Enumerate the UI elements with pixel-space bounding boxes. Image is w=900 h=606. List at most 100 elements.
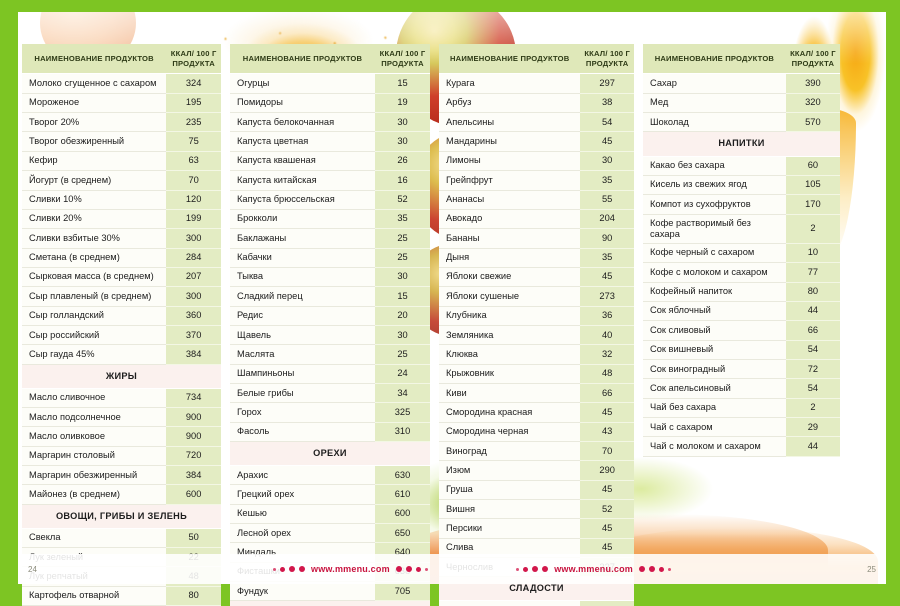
product-name: Творог обезжиренный (22, 131, 167, 152)
page-footer: 24 www.mmenu.com www.mmenu.com 25 (18, 554, 886, 584)
product-kcal: 45 (580, 518, 634, 539)
product-name: Белые грибы (230, 383, 375, 404)
product-name: Дыня (439, 248, 581, 268)
product-name: Кефир (22, 151, 167, 172)
table-row: Сливки взбитые 30% 300 (22, 228, 221, 249)
product-name: Йогурт (в среднем) (22, 170, 167, 191)
product-name: Ананасы (439, 190, 581, 210)
table-row: Смородина черная 43 (439, 422, 634, 442)
table-row: Клубника 36 (439, 306, 634, 326)
section-header-row: ОВОЩИ, ГРИБЫ И ЗЕЛЕНЬ (22, 504, 221, 529)
product-kcal: 70 (580, 441, 634, 462)
product-name: Мед (643, 93, 786, 114)
product-name: Крыжовник (439, 364, 581, 384)
product-kcal: 310 (375, 422, 430, 442)
calorie-table-page: НАИМЕНОВАНИЕ ПРОДУКТОВ ККАЛ/ 100 Г ПРОДУК… (0, 0, 900, 606)
column-3: НАИМЕНОВАНИЕ ПРОДУКТОВ ККАЛ/ 100 Г ПРОДУК… (439, 44, 634, 606)
dot-icon (424, 567, 428, 571)
dot-icon (659, 566, 664, 572)
table-row: Арбуз 38 (439, 93, 634, 114)
dot-icon (405, 566, 412, 572)
product-name: Арбуз (439, 93, 581, 114)
table-row: Яблоки свежие 45 (439, 267, 634, 288)
product-name: Шампиньоны (230, 364, 375, 384)
product-kcal: 900 (166, 426, 221, 447)
product-kcal: 105 (785, 175, 840, 196)
table-row: Капуста квашеная 26 (230, 151, 430, 172)
product-name: Мороженое (22, 93, 167, 114)
brand-right: www.mmenu.com (516, 564, 671, 574)
table-row: Грейпфрут 35 (439, 170, 634, 191)
dot-icon (289, 566, 295, 572)
product-name: Баклажаны (230, 228, 375, 249)
section-header-row: ЖИРЫ (22, 364, 221, 389)
product-kcal: 320 (785, 93, 840, 114)
product-kcal: 2 (785, 214, 840, 244)
left-page-number: 24 (28, 564, 37, 574)
product-kcal: 610 (375, 484, 430, 505)
section-title: ОРЕХИ (230, 441, 430, 467)
table-row: Капуста белокочанная 30 (230, 112, 430, 133)
table-row: Масло подсолнечное 900 (22, 407, 221, 428)
table-row: Щавель 30 (230, 325, 430, 346)
table-row: Редис 20 (230, 306, 430, 326)
product-name: Капуста цветная (230, 131, 375, 152)
table-row: Кофе растворимый без сахара 2 (643, 214, 840, 244)
product-kcal: 72 (785, 359, 840, 380)
product-name: Кофе черный с сахаром (643, 243, 786, 264)
product-name: Кабачки (230, 248, 375, 268)
product-name: Помидоры (230, 93, 375, 114)
product-kcal: 90 (580, 228, 634, 249)
product-name: Сыр голландский (22, 306, 167, 326)
product-kcal: 235 (166, 112, 221, 133)
product-kcal: 25 (375, 344, 430, 365)
brand-url-left[interactable]: www.mmenu.com (311, 564, 390, 574)
dot-icon (639, 566, 645, 572)
product-kcal: 290 (580, 460, 634, 481)
dots-right (516, 566, 549, 572)
table-row: Вишня 52 (439, 499, 634, 520)
product-kcal: 199 (166, 209, 221, 230)
product-kcal: 384 (166, 465, 221, 486)
product-name: Масло подсолнечное (22, 407, 167, 428)
product-kcal: 195 (166, 93, 221, 114)
product-kcal: 630 (375, 465, 430, 486)
column-1: НАИМЕНОВАНИЕ ПРОДУКТОВ ККАЛ/ 100 Г ПРОДУК… (22, 44, 221, 606)
product-kcal: 300 (166, 286, 221, 307)
product-name: Сок апельсиновый (643, 378, 786, 399)
product-name: Майонез (в среднем) (22, 484, 167, 505)
brand-url-right[interactable]: www.mmenu.com (554, 564, 633, 574)
product-kcal: 54 (580, 112, 634, 133)
product-kcal: 284 (166, 248, 221, 268)
product-kcal: 55 (580, 190, 634, 210)
product-kcal: 207 (166, 267, 221, 288)
table-row: Сыр голландский 360 (22, 306, 221, 326)
table-row: Маргарин столовый 720 (22, 446, 221, 467)
product-name: Сок вишневый (643, 340, 786, 360)
product-name: Грецкий орех (230, 484, 375, 505)
product-kcal: 35 (375, 209, 430, 230)
product-name: Варенье (439, 600, 581, 606)
calorie-columns: НАИМЕНОВАНИЕ ПРОДУКТОВ ККАЛ/ 100 Г ПРОДУК… (22, 44, 882, 606)
product-kcal: 20 (375, 306, 430, 326)
calorie-table: НАИМЕНОВАНИЕ ПРОДУКТОВ ККАЛ/ 100 Г ПРОДУК… (643, 44, 840, 457)
product-kcal: 35 (580, 248, 634, 268)
product-name: Персики (439, 518, 581, 539)
table-header-row: НАИМЕНОВАНИЕ ПРОДУКТОВ ККАЛ/ 100 Г ПРОДУК… (230, 44, 430, 75)
product-name: Сок яблочный (643, 301, 786, 322)
table-row: Изюм 290 (439, 460, 634, 481)
product-kcal: 52 (580, 499, 634, 520)
table-row: Персики 45 (439, 518, 634, 539)
product-name: Чай с молоком и сахаром (643, 436, 786, 457)
dot-icon (280, 566, 285, 572)
product-kcal: 324 (166, 73, 221, 94)
product-name: Фасоль (230, 422, 375, 442)
calorie-table: НАИМЕНОВАНИЕ ПРОДУКТОВ ККАЛ/ 100 Г ПРОДУК… (230, 44, 430, 606)
product-name: Мандарины (439, 131, 581, 152)
table-row: Сок яблочный 44 (643, 301, 840, 322)
dots-right-after (639, 566, 671, 572)
table-row: Сырковая масса (в среднем) 207 (22, 267, 221, 288)
section-title: ЖИРЫ (22, 364, 221, 389)
section-title: ОВОЩИ, ГРИБЫ И ЗЕЛЕНЬ (22, 504, 221, 529)
table-row: Капуста цветная 30 (230, 131, 430, 152)
